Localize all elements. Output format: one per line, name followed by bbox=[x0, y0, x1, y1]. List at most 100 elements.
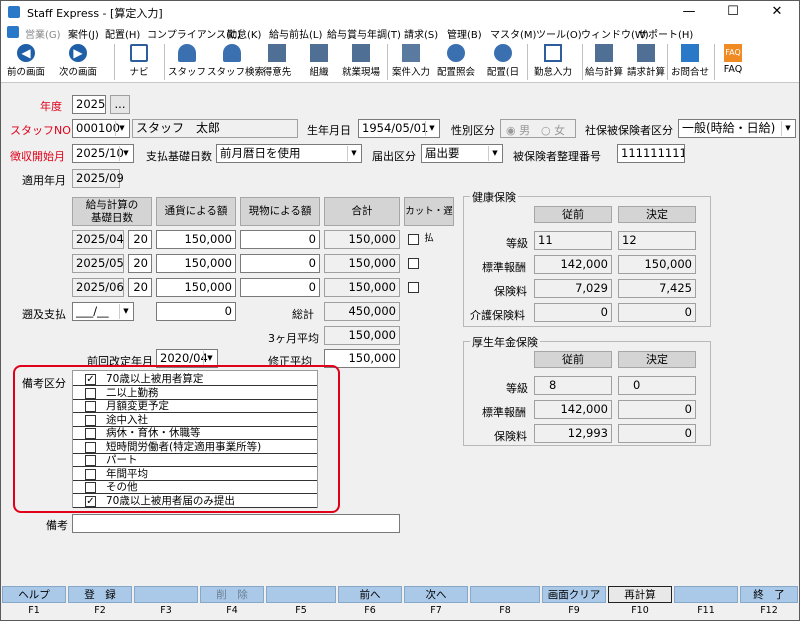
list-item[interactable]: 二以上勤務 bbox=[73, 387, 317, 400]
minimize-button[interactable]: — bbox=[667, 1, 711, 23]
list-item[interactable]: 月額変更予定 bbox=[73, 400, 317, 413]
staff-name-display: スタッフ 太郎 bbox=[132, 119, 298, 138]
remark-checkbox[interactable]: ✓ bbox=[85, 495, 96, 507]
row-days-input[interactable]: 20 bbox=[128, 278, 152, 297]
list-item[interactable]: 病休・育休・休職等 bbox=[73, 427, 317, 440]
retro-amount-input[interactable]: 0 bbox=[156, 302, 236, 321]
attendance-entry-button[interactable]: 勤怠入力 bbox=[530, 41, 576, 83]
menu-admin[interactable]: 管理(B) bbox=[447, 26, 482, 41]
menu-tools[interactable]: ツール(O) bbox=[536, 26, 582, 41]
health-grade-label: 等級 bbox=[506, 237, 528, 250]
worksite-button[interactable]: 就業現場 bbox=[339, 41, 383, 83]
next-screen-button[interactable]: ▶ 次の画面 bbox=[54, 41, 102, 83]
inquiry-button[interactable]: お問合せ bbox=[668, 41, 712, 83]
sex-male-radio[interactable]: ◉ 男 bbox=[506, 122, 530, 138]
chevron-down-icon: ▼ bbox=[203, 351, 216, 366]
assignment-daily-button[interactable]: 配置(日 bbox=[481, 41, 525, 83]
health-premium-decided: 7,425 bbox=[618, 279, 696, 298]
row-cut-checkbox[interactable] bbox=[408, 282, 419, 293]
row-cash-input[interactable]: 150,000 bbox=[156, 230, 236, 249]
prev-screen-button[interactable]: ◀ 前の画面 bbox=[3, 41, 49, 83]
year-lookup-button[interactable]: ... bbox=[110, 95, 130, 114]
list-item[interactable]: 年間平均 bbox=[73, 468, 317, 481]
billing-calc-button[interactable]: 請求計算 bbox=[625, 41, 667, 83]
attendance-entry-icon bbox=[544, 44, 562, 62]
remark-checkbox[interactable] bbox=[85, 482, 96, 493]
list-item[interactable]: その他 bbox=[73, 481, 317, 494]
menu-assignment[interactable]: 配置(H) bbox=[105, 26, 140, 41]
note-input[interactable] bbox=[72, 514, 400, 533]
staff-search-button[interactable]: スタッフ検索 bbox=[207, 41, 264, 83]
list-item[interactable]: 途中入社 bbox=[73, 414, 317, 427]
row-kind-input[interactable]: 0 bbox=[240, 254, 320, 273]
row-cut-checkbox[interactable] bbox=[408, 234, 419, 245]
year-input[interactable]: 2025 bbox=[72, 95, 106, 114]
row-kind-input[interactable]: 0 bbox=[240, 278, 320, 297]
menu-support[interactable]: サポート(H) bbox=[638, 26, 693, 41]
f3-button[interactable]: F3 bbox=[134, 586, 198, 620]
notify-label: 届出区分 bbox=[372, 150, 416, 163]
staff-button[interactable]: スタッフ bbox=[167, 41, 207, 83]
menu-payroll-advance[interactable]: 給与前払(L) bbox=[269, 26, 322, 41]
row-cut-checkbox[interactable] bbox=[408, 258, 419, 269]
f6-prev-button[interactable]: 前へ F6 bbox=[338, 586, 402, 620]
f5-button[interactable]: F5 bbox=[266, 586, 336, 620]
close-button[interactable]: ✕ bbox=[755, 1, 799, 23]
row-cash-input[interactable]: 150,000 bbox=[156, 254, 236, 273]
faq-button[interactable]: FAQ FAQ bbox=[715, 41, 751, 83]
f11-button[interactable]: F11 bbox=[674, 586, 738, 620]
insured-kbn-select[interactable]: 一般(時給・日給) ▼ bbox=[678, 119, 796, 138]
remark-checkbox[interactable] bbox=[85, 414, 96, 426]
retro-month-select[interactable]: ___/__ ▼ bbox=[72, 302, 134, 321]
menu-jobs[interactable]: 案件(J) bbox=[68, 26, 99, 41]
payroll-calc-button[interactable]: 給与計算 bbox=[583, 41, 625, 83]
menu-sales[interactable]: 営業(G) bbox=[25, 26, 61, 41]
navi-button[interactable]: ナビ bbox=[122, 41, 156, 83]
birth-select[interactable]: 1954/05/01 ▼ bbox=[358, 119, 440, 138]
menu-payroll[interactable]: 給与賞与年調(T) bbox=[327, 26, 401, 41]
list-item[interactable]: パート bbox=[73, 454, 317, 467]
maximize-button[interactable]: ☐ bbox=[711, 1, 755, 23]
sex-female-radio[interactable]: ○ 女 bbox=[541, 122, 565, 138]
client-button[interactable]: 得意先 bbox=[257, 41, 297, 83]
toolbar-separator bbox=[527, 44, 528, 80]
collect-start-select[interactable]: 2025/10 ▼ bbox=[72, 144, 134, 163]
remark-checkbox[interactable]: ✓ bbox=[85, 374, 96, 385]
remark-checkbox[interactable] bbox=[85, 468, 96, 480]
f12-exit-button[interactable]: 終 了 F12 bbox=[740, 586, 798, 620]
row-kind-input[interactable]: 0 bbox=[240, 230, 320, 249]
f10-recalc-button[interactable]: 再計算 F10 bbox=[608, 586, 672, 620]
organization-button[interactable]: 組織 bbox=[301, 41, 337, 83]
staff-no-select[interactable]: 000100 ▼ bbox=[72, 119, 130, 138]
f4-delete-button[interactable]: 削 除 F4 bbox=[200, 586, 264, 620]
menu-master[interactable]: マスタ(M) bbox=[490, 26, 536, 41]
paybase-select[interactable]: 前月暦日を使用 ▼ bbox=[216, 144, 362, 163]
insured-no-input[interactable]: 1111111111 bbox=[617, 144, 685, 163]
remark-checkbox[interactable] bbox=[85, 401, 96, 412]
mdi-icon[interactable] bbox=[7, 26, 19, 38]
menu-billing[interactable]: 請求(S) bbox=[404, 26, 438, 41]
row-days-input[interactable]: 20 bbox=[128, 230, 152, 249]
remark-checkbox[interactable] bbox=[85, 387, 96, 399]
f8-button[interactable]: F8 bbox=[470, 586, 540, 620]
f2-register-button[interactable]: 登 録 F2 bbox=[68, 586, 132, 620]
row-cash-input[interactable]: 150,000 bbox=[156, 278, 236, 297]
remark-checkbox[interactable] bbox=[85, 428, 96, 439]
remark-checkbox[interactable] bbox=[85, 441, 96, 453]
f7-next-button[interactable]: 次へ F7 bbox=[404, 586, 468, 620]
row-days-input[interactable]: 20 bbox=[128, 254, 152, 273]
assignment-inquiry-icon bbox=[447, 44, 465, 62]
chevron-down-icon: ▼ bbox=[347, 146, 360, 161]
job-entry-button[interactable]: 案件入力 bbox=[390, 41, 432, 83]
assignment-inquiry-button[interactable]: 配置照会 bbox=[433, 41, 479, 83]
f9-clear-button[interactable]: 画面クリア F9 bbox=[542, 586, 606, 620]
menu-attendance[interactable]: 勤怠(K) bbox=[227, 26, 261, 41]
header-base-days: 給与計算の 基礎日数 bbox=[72, 197, 152, 226]
toolbar: ◀ 前の画面 ▶ 次の画面 ナビ スタッフ スタッフ検索 得意先 組織 就業現場… bbox=[1, 41, 799, 83]
remark-checkbox[interactable] bbox=[85, 455, 96, 466]
list-item[interactable]: ✓ 70歳以上被用者算定 bbox=[73, 373, 317, 386]
list-item[interactable]: 短時間労働者(特定適用事業所等) bbox=[73, 441, 317, 454]
list-item[interactable]: ✓ 70歳以上被用者届のみ提出 bbox=[73, 495, 317, 508]
notify-select[interactable]: 届出要 ▼ bbox=[421, 144, 503, 163]
f1-help-button[interactable]: ヘルプ F1 bbox=[2, 586, 66, 620]
